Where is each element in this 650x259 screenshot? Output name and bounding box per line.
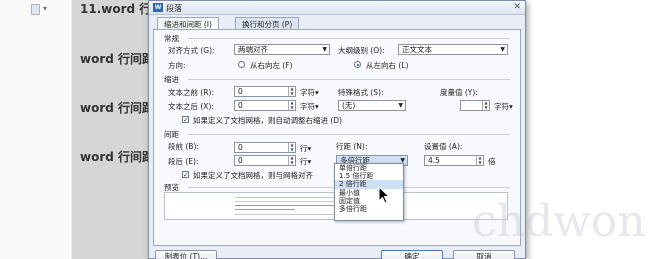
- outline-level-select[interactable]: 正文文本 ▼: [398, 44, 508, 55]
- section-indentation: 缩进: [164, 75, 179, 84]
- space-before-label: 段前 (B):: [168, 142, 199, 151]
- preview-line: [235, 214, 345, 215]
- line-spacing-option-multiple[interactable]: 多倍行距: [335, 205, 403, 213]
- preview-line: [235, 205, 345, 206]
- special-indent-value: (无): [342, 101, 356, 110]
- spinner-arrows-icon[interactable]: ▲ ▼: [288, 100, 295, 110]
- spinner-arrows-icon[interactable]: ▲ ▼: [288, 155, 295, 165]
- tab-stops-button[interactable]: 制表位 (T)...: [155, 250, 217, 259]
- indent-by-unit[interactable]: 字符▾: [494, 101, 513, 112]
- indent-by-spinner[interactable]: ▲ ▼: [460, 100, 490, 111]
- preview-line: [235, 209, 295, 210]
- indent-before-label: 文本之前 (R):: [168, 88, 214, 97]
- direction-label: 方向:: [168, 61, 186, 70]
- auto-adjust-indent-checkbox[interactable]: ✓: [182, 116, 189, 124]
- indent-before-value: 0: [238, 87, 243, 96]
- document-sidebar: ▾: [0, 0, 72, 259]
- indent-after-value: 0: [238, 101, 243, 110]
- mouse-cursor-icon: [378, 186, 390, 204]
- spacing-at-spinner[interactable]: 4.5 ▲ ▼: [424, 155, 484, 166]
- special-indent-select[interactable]: (无) ▼: [338, 100, 406, 111]
- alignment-value: 两端对齐: [238, 45, 268, 54]
- space-after-spinner[interactable]: 0 ▲ ▼: [234, 155, 296, 166]
- spacing-at-value: 4.5: [428, 156, 440, 165]
- spinner-arrows-icon[interactable]: ▲ ▼: [476, 155, 483, 165]
- dropdown-arrow-icon: ▼: [500, 46, 505, 53]
- preview-line: [235, 201, 345, 202]
- ltr-radio[interactable]: [354, 61, 361, 68]
- tab-line-page-breaks[interactable]: 换行和分页 (P): [235, 17, 300, 29]
- chevron-down-icon[interactable]: ▾: [43, 4, 47, 13]
- line-spacing-label: 行距 (N):: [336, 142, 368, 151]
- spacing-at-label: 设置值 (A):: [424, 142, 463, 151]
- spacing-at-unit: 倍: [488, 157, 496, 166]
- rtl-label: 从右向左 (F): [250, 61, 293, 70]
- document-line: word 行间距: [80, 150, 155, 164]
- spinner-arrows-icon[interactable]: ▲ ▼: [482, 100, 489, 110]
- dialog-title: 段落: [166, 4, 182, 13]
- space-before-spinner[interactable]: 0 ▲ ▼: [234, 142, 296, 153]
- line-spacing-option-minimum[interactable]: 最小值: [335, 189, 403, 197]
- line-spacing-option-exact[interactable]: 固定值: [335, 197, 403, 205]
- space-before-value: 0: [238, 143, 243, 152]
- document-line: word 行间距: [80, 101, 155, 115]
- ltr-label: 从左向右 (L): [366, 61, 409, 70]
- section-general: 常规: [164, 34, 179, 43]
- snap-to-grid-label: 如果定义了文档网格，则与网格对齐: [193, 171, 313, 180]
- space-after-value: 0: [238, 156, 243, 165]
- indent-before-unit[interactable]: 字符▾: [300, 87, 319, 98]
- document-icon[interactable]: [31, 4, 40, 15]
- alignment-select[interactable]: 两端对齐 ▼: [234, 44, 330, 55]
- spinner-arrows-icon[interactable]: ▲ ▼: [288, 142, 295, 152]
- line-spacing-option-double[interactable]: 2 倍行距: [335, 180, 403, 189]
- space-before-unit[interactable]: 行▾: [300, 143, 311, 154]
- line-spacing-dropdown: 单倍行距 1.5 倍行距 2 倍行距 最小值 固定值 多倍行距: [334, 163, 404, 221]
- indent-after-spinner[interactable]: 0 ▲ ▼: [234, 100, 296, 111]
- cancel-button[interactable]: 取消: [453, 250, 515, 259]
- spinner-arrows-icon[interactable]: ▲ ▼: [288, 86, 295, 96]
- indent-after-unit[interactable]: 字符▾: [300, 101, 319, 112]
- rtl-radio[interactable]: [238, 61, 245, 68]
- separator: [188, 38, 510, 39]
- dropdown-arrow-icon: ▼: [398, 102, 403, 109]
- dropdown-arrow-icon: ▼: [322, 46, 327, 53]
- auto-adjust-indent-label: 如果定义了文档网格，则自动调整右缩进 (D): [193, 116, 343, 125]
- outline-level-value: 正文文本: [402, 45, 432, 54]
- document-line: word 行间距: [80, 52, 155, 66]
- close-icon[interactable]: ✕: [513, 2, 521, 12]
- indent-by-label: 度量值 (Y):: [440, 88, 478, 97]
- ok-button[interactable]: 确定: [381, 250, 443, 259]
- special-indent-label: 特殊格式 (S):: [338, 88, 384, 97]
- indent-before-spinner[interactable]: 0 ▲ ▼: [234, 86, 296, 97]
- separator: [188, 79, 510, 80]
- watermark: chdwon: [472, 196, 646, 247]
- document-selection-highlight: [72, 0, 158, 259]
- preview-line: [235, 197, 345, 198]
- line-spacing-option-single[interactable]: 单倍行距: [335, 164, 403, 172]
- alignment-label: 对齐方式 (G):: [168, 46, 215, 55]
- space-after-label: 段后 (E):: [168, 157, 199, 166]
- wps-app-icon: W: [153, 3, 163, 12]
- separator: [188, 134, 510, 135]
- space-after-unit[interactable]: 行▾: [300, 156, 311, 167]
- outline-level-label: 大纲级别 (O):: [338, 46, 385, 55]
- snap-to-grid-checkbox[interactable]: ✓: [182, 171, 189, 179]
- section-spacing: 间距: [164, 130, 179, 139]
- indent-after-label: 文本之后 (X):: [168, 102, 214, 111]
- dialog-titlebar: W 段落 ✕: [149, 1, 525, 15]
